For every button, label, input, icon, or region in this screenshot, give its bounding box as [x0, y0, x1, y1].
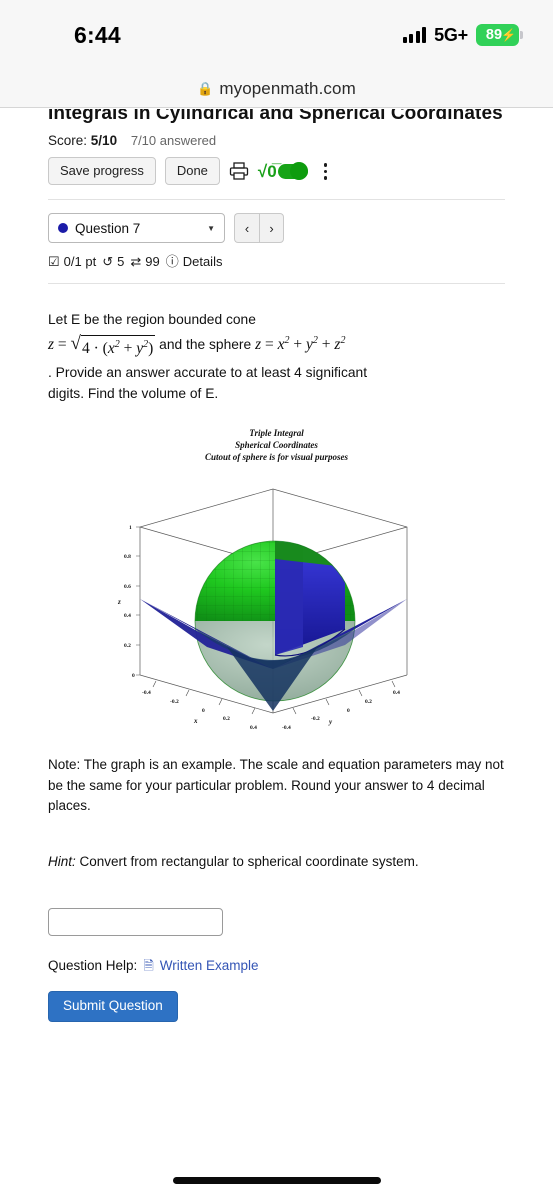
plot-title-line-1: Triple Integral — [249, 427, 304, 438]
svg-text:-0.4: -0.4 — [282, 725, 291, 731]
next-question-button[interactable]: › — [259, 213, 284, 244]
url-text: myopenmath.com — [219, 78, 356, 98]
svg-text:0: 0 — [202, 708, 205, 714]
svg-text:z: z — [117, 598, 121, 606]
svg-text:1: 1 — [129, 525, 132, 531]
undo-arrow-icon: ↺ — [102, 254, 114, 270]
svg-text:0.4: 0.4 — [250, 725, 257, 731]
svg-text:-0.4: -0.4 — [142, 690, 151, 696]
lightning-bolt-icon: ⚡ — [501, 28, 516, 42]
attempts-label: 99 — [145, 254, 160, 270]
question-meta-row: ☑ 0/1 pt ↺ 5 ⇄ 99 ⓘ Details — [48, 254, 505, 269]
battery-indicator: 89 ⚡ — [476, 24, 519, 46]
printer-icon — [229, 162, 249, 180]
note-text: Note: The graph is an example. The scale… — [48, 757, 504, 813]
z-axis-labels: 1 0.8 0.6 0.4 0.2 0 z — [117, 525, 135, 679]
swap-arrows-icon: ⇄ — [130, 254, 142, 270]
question-help-row: Question Help: 🗎 Written Example — [48, 958, 505, 973]
x-axis-labels: -0.4 -0.2 0 0.2 0.4 x — [142, 690, 257, 731]
score-label: Score: — [48, 133, 88, 149]
answered-count: 7/10 answered — [130, 133, 217, 149]
details-group[interactable]: ⓘ Details — [166, 254, 223, 269]
checkbox-icon: ☑ — [48, 254, 60, 270]
submit-question-button[interactable]: Submit Question — [48, 991, 178, 1023]
hint-body: Convert from rectangular to spherical co… — [75, 854, 419, 870]
save-progress-button[interactable]: Save progress — [48, 157, 156, 186]
plot-title-line-3: Cutout of sphere is for visual purposes — [204, 452, 349, 463]
lock-icon: 🔒 — [197, 81, 214, 96]
toggle-switch[interactable] — [277, 162, 308, 181]
info-circle-icon: ⓘ — [165, 254, 179, 270]
svg-text:-0.2: -0.2 — [170, 699, 179, 705]
home-indicator[interactable] — [172, 1177, 381, 1184]
math-entry-toggle[interactable]: √0̅ — [257, 161, 308, 181]
question-divider — [48, 283, 505, 285]
prev-question-button[interactable]: ‹ — [234, 213, 259, 244]
score-value: 5/10 — [90, 133, 118, 149]
svg-text:y: y — [328, 718, 333, 726]
radical-expression: √ 4 · (x2 + y2) — [71, 334, 156, 361]
attempts-group: ⇄ 99 — [130, 254, 159, 269]
svg-text:0.4: 0.4 — [124, 613, 131, 619]
question-line-4: digits. Find the volume of E. — [48, 386, 219, 402]
question-line-1: Let E be the region bounded cone — [48, 312, 256, 328]
phone-screen: 6:44 5G+ 89 ⚡ 🔒 myopenmath.com Integrals… — [0, 0, 553, 1200]
prev-next-group: ‹ › — [234, 213, 284, 244]
page-title: Integrals in Cylindrical and Spherical C… — [48, 109, 503, 124]
svg-text:0.8: 0.8 — [124, 554, 131, 560]
chevron-down-icon: ▼ — [207, 223, 215, 233]
square-root-icon: √0̅ — [257, 161, 277, 181]
question-help-label: Question Help: — [48, 958, 138, 974]
toolbar-divider — [48, 199, 505, 201]
svg-text:x: x — [193, 717, 198, 725]
plot-title-line-2: Spherical Coordinates — [235, 440, 318, 450]
network-type-label: 5G+ — [434, 24, 468, 45]
svg-text:0.2: 0.2 — [223, 716, 230, 722]
done-button[interactable]: Done — [164, 157, 220, 186]
status-time: 6:44 — [74, 21, 121, 48]
page-content: Integrals in Cylindrical and Spherical C… — [0, 109, 553, 1200]
question-select[interactable]: Question 7 ▼ — [48, 213, 225, 244]
points-label: 0/1 pt — [63, 254, 97, 270]
question-text: Let E be the region bounded cone z = √ 4 … — [48, 310, 505, 404]
z-axis-ticks — [135, 526, 140, 676]
math-connector: and the sphere — [159, 337, 252, 353]
score-line: Score: 5/10 7/10 answered — [48, 133, 505, 148]
svg-text:0.6: 0.6 — [124, 584, 131, 590]
points-group: ☑ 0/1 pt — [48, 254, 96, 269]
hint-text: Hint: Convert from rectangular to spheri… — [48, 852, 505, 872]
question-math-line: z = √ 4 · (x2 + y2) and the sphere z = x2… — [48, 333, 505, 361]
print-button[interactable] — [229, 162, 249, 180]
status-bar: 6:44 5G+ 89 ⚡ — [0, 0, 553, 70]
svg-text:-0.2: -0.2 — [311, 716, 320, 722]
answer-input[interactable] — [48, 908, 223, 937]
plot-title: Triple Integral Spherical Coordinates Cu… — [48, 427, 505, 463]
3d-surface-plot: 1 0.8 0.6 0.4 0.2 0 z -0.4 -0.2 0 0.2 0.… — [117, 488, 407, 731]
retries-group: ↺ 5 — [102, 254, 124, 269]
browser-url-bar[interactable]: 🔒 myopenmath.com — [0, 70, 553, 108]
retries-label: 5 — [117, 254, 125, 270]
svg-text:0.2: 0.2 — [124, 643, 131, 649]
question-nav: Question 7 ▼ ‹ › — [48, 213, 505, 244]
question-status-dot — [58, 223, 68, 234]
battery-percent-label: 89 — [485, 27, 503, 43]
hint-label: Hint: — [48, 854, 76, 870]
question-select-label: Question 7 — [75, 220, 141, 236]
assignment-toolbar: Save progress Done √0̅ — [48, 157, 505, 186]
question-line-3: . Provide an answer accurate to at least… — [48, 365, 368, 381]
svg-text:0.2: 0.2 — [365, 699, 372, 705]
status-right-group: 5G+ 89 ⚡ — [402, 24, 519, 46]
svg-text:0.4: 0.4 — [393, 690, 400, 696]
written-example-link[interactable]: Written Example — [160, 958, 259, 973]
kebab-menu-icon[interactable] — [317, 163, 335, 180]
svg-text:0: 0 — [347, 708, 350, 714]
plot-container: 1 0.8 0.6 0.4 0.2 0 z -0.4 -0.2 0 0.2 0.… — [48, 479, 505, 741]
document-icon: 🗎 — [143, 958, 154, 974]
cellular-signal-icon — [402, 27, 427, 43]
details-label: Details — [182, 254, 223, 270]
svg-text:0: 0 — [132, 673, 135, 679]
